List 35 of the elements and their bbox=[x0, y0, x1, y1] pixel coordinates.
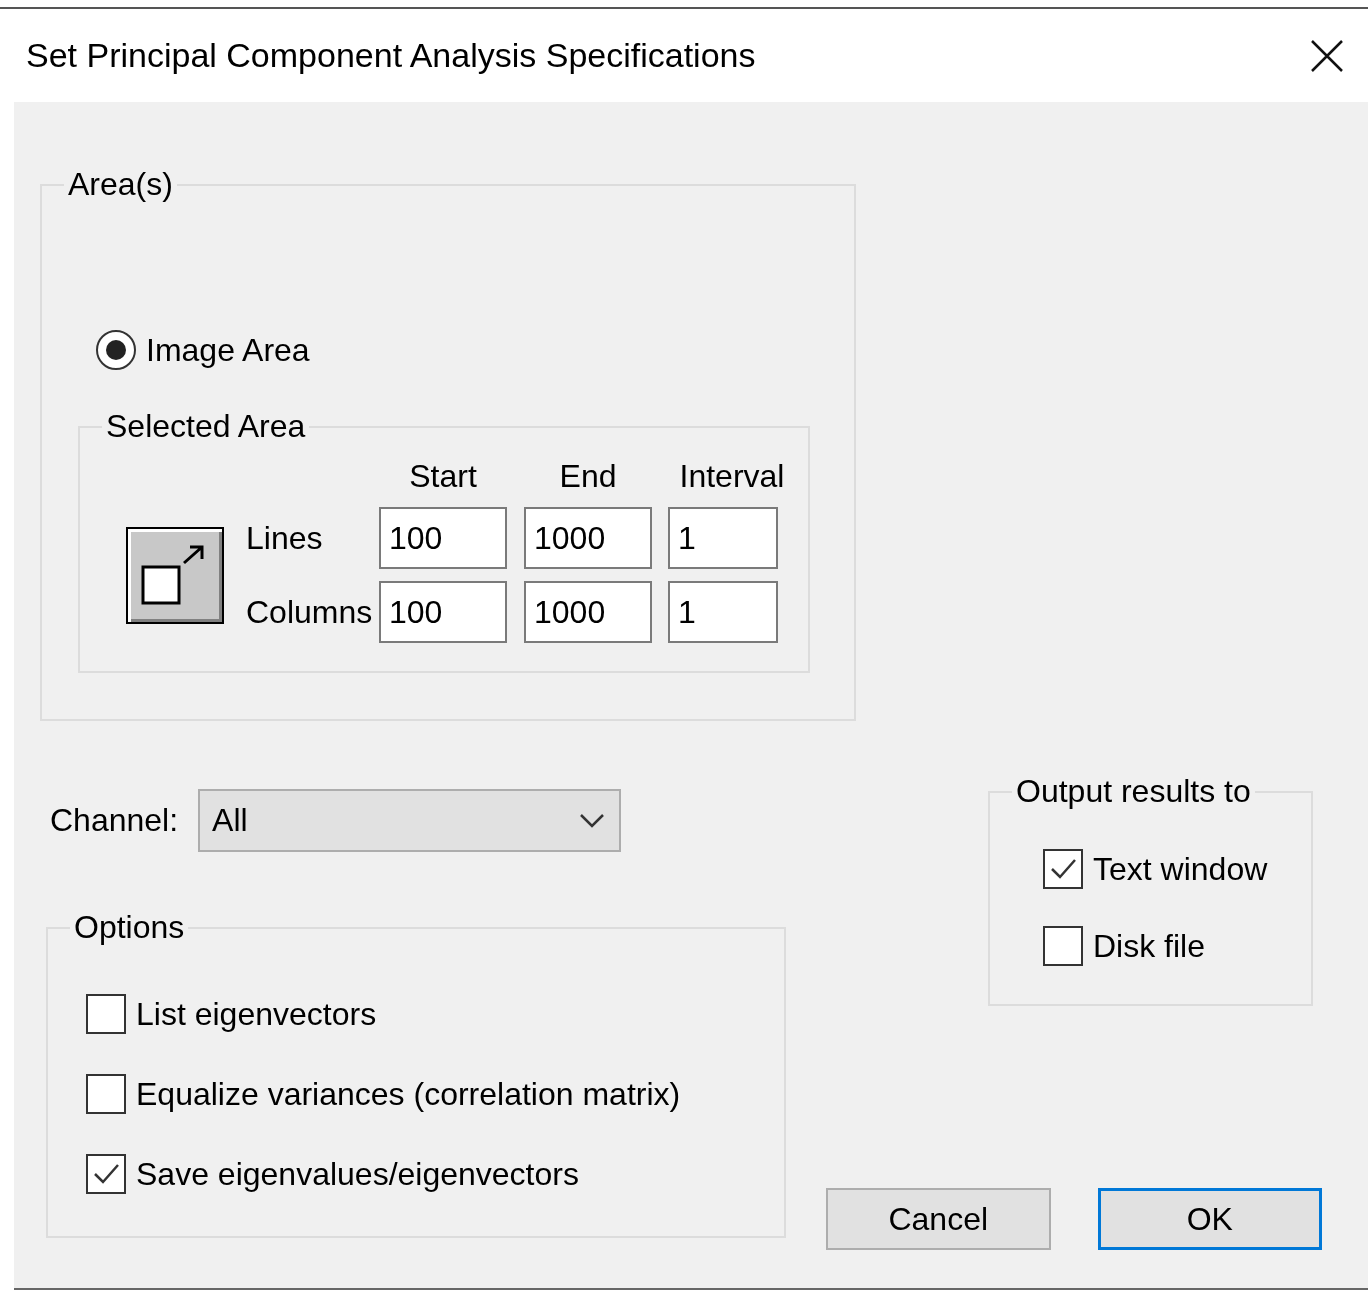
channel-label: Channel: bbox=[50, 802, 179, 839]
column-header: Interval bbox=[678, 458, 786, 495]
dialog-button[interactable]: Cancel bbox=[826, 1188, 1051, 1250]
interval-field[interactable]: 1 bbox=[668, 581, 778, 643]
checkbox-label: Save eigenvalues/eigenvectors bbox=[136, 1155, 579, 1193]
group-label: Area(s) bbox=[67, 166, 174, 203]
start-field[interactable]: 100 bbox=[379, 581, 507, 643]
group-label: Selected Area bbox=[105, 408, 307, 445]
radio-button[interactable] bbox=[96, 330, 136, 370]
column-header: End bbox=[558, 458, 618, 495]
checkbox-label: Equalize variances (correlation matrix) bbox=[136, 1075, 681, 1113]
channel-dropdown[interactable]: All bbox=[198, 789, 622, 852]
end-field[interactable]: 1000 bbox=[524, 507, 652, 569]
row-label: Columns bbox=[246, 593, 374, 631]
close-icon[interactable] bbox=[1310, 38, 1344, 73]
checkbox[interactable] bbox=[86, 994, 126, 1034]
checkbox[interactable] bbox=[86, 1154, 126, 1194]
select-area-button[interactable] bbox=[126, 526, 224, 624]
checkbox-label: List eigenvectors bbox=[136, 995, 377, 1033]
checkbox-label: Text window bbox=[1093, 850, 1268, 888]
end-field[interactable]: 1000 bbox=[524, 581, 652, 643]
column-header: Start bbox=[408, 458, 478, 495]
row-label: Lines bbox=[246, 519, 324, 557]
checkbox[interactable] bbox=[1043, 849, 1083, 889]
window-title: Set Principal Component Analysis Specifications bbox=[26, 36, 756, 75]
group-label: Output results to bbox=[1015, 773, 1252, 810]
checkbox-label: Disk file bbox=[1093, 927, 1205, 965]
checkbox[interactable] bbox=[1043, 926, 1083, 966]
chevron-down-icon bbox=[579, 812, 606, 829]
dialog-button[interactable]: OK bbox=[1097, 1188, 1322, 1250]
interval-field[interactable]: 1 bbox=[668, 507, 778, 569]
checkbox[interactable] bbox=[86, 1074, 126, 1114]
radio-label: Image Area bbox=[146, 331, 310, 369]
start-field[interactable]: 100 bbox=[379, 507, 507, 569]
group-label: Options bbox=[73, 909, 186, 946]
